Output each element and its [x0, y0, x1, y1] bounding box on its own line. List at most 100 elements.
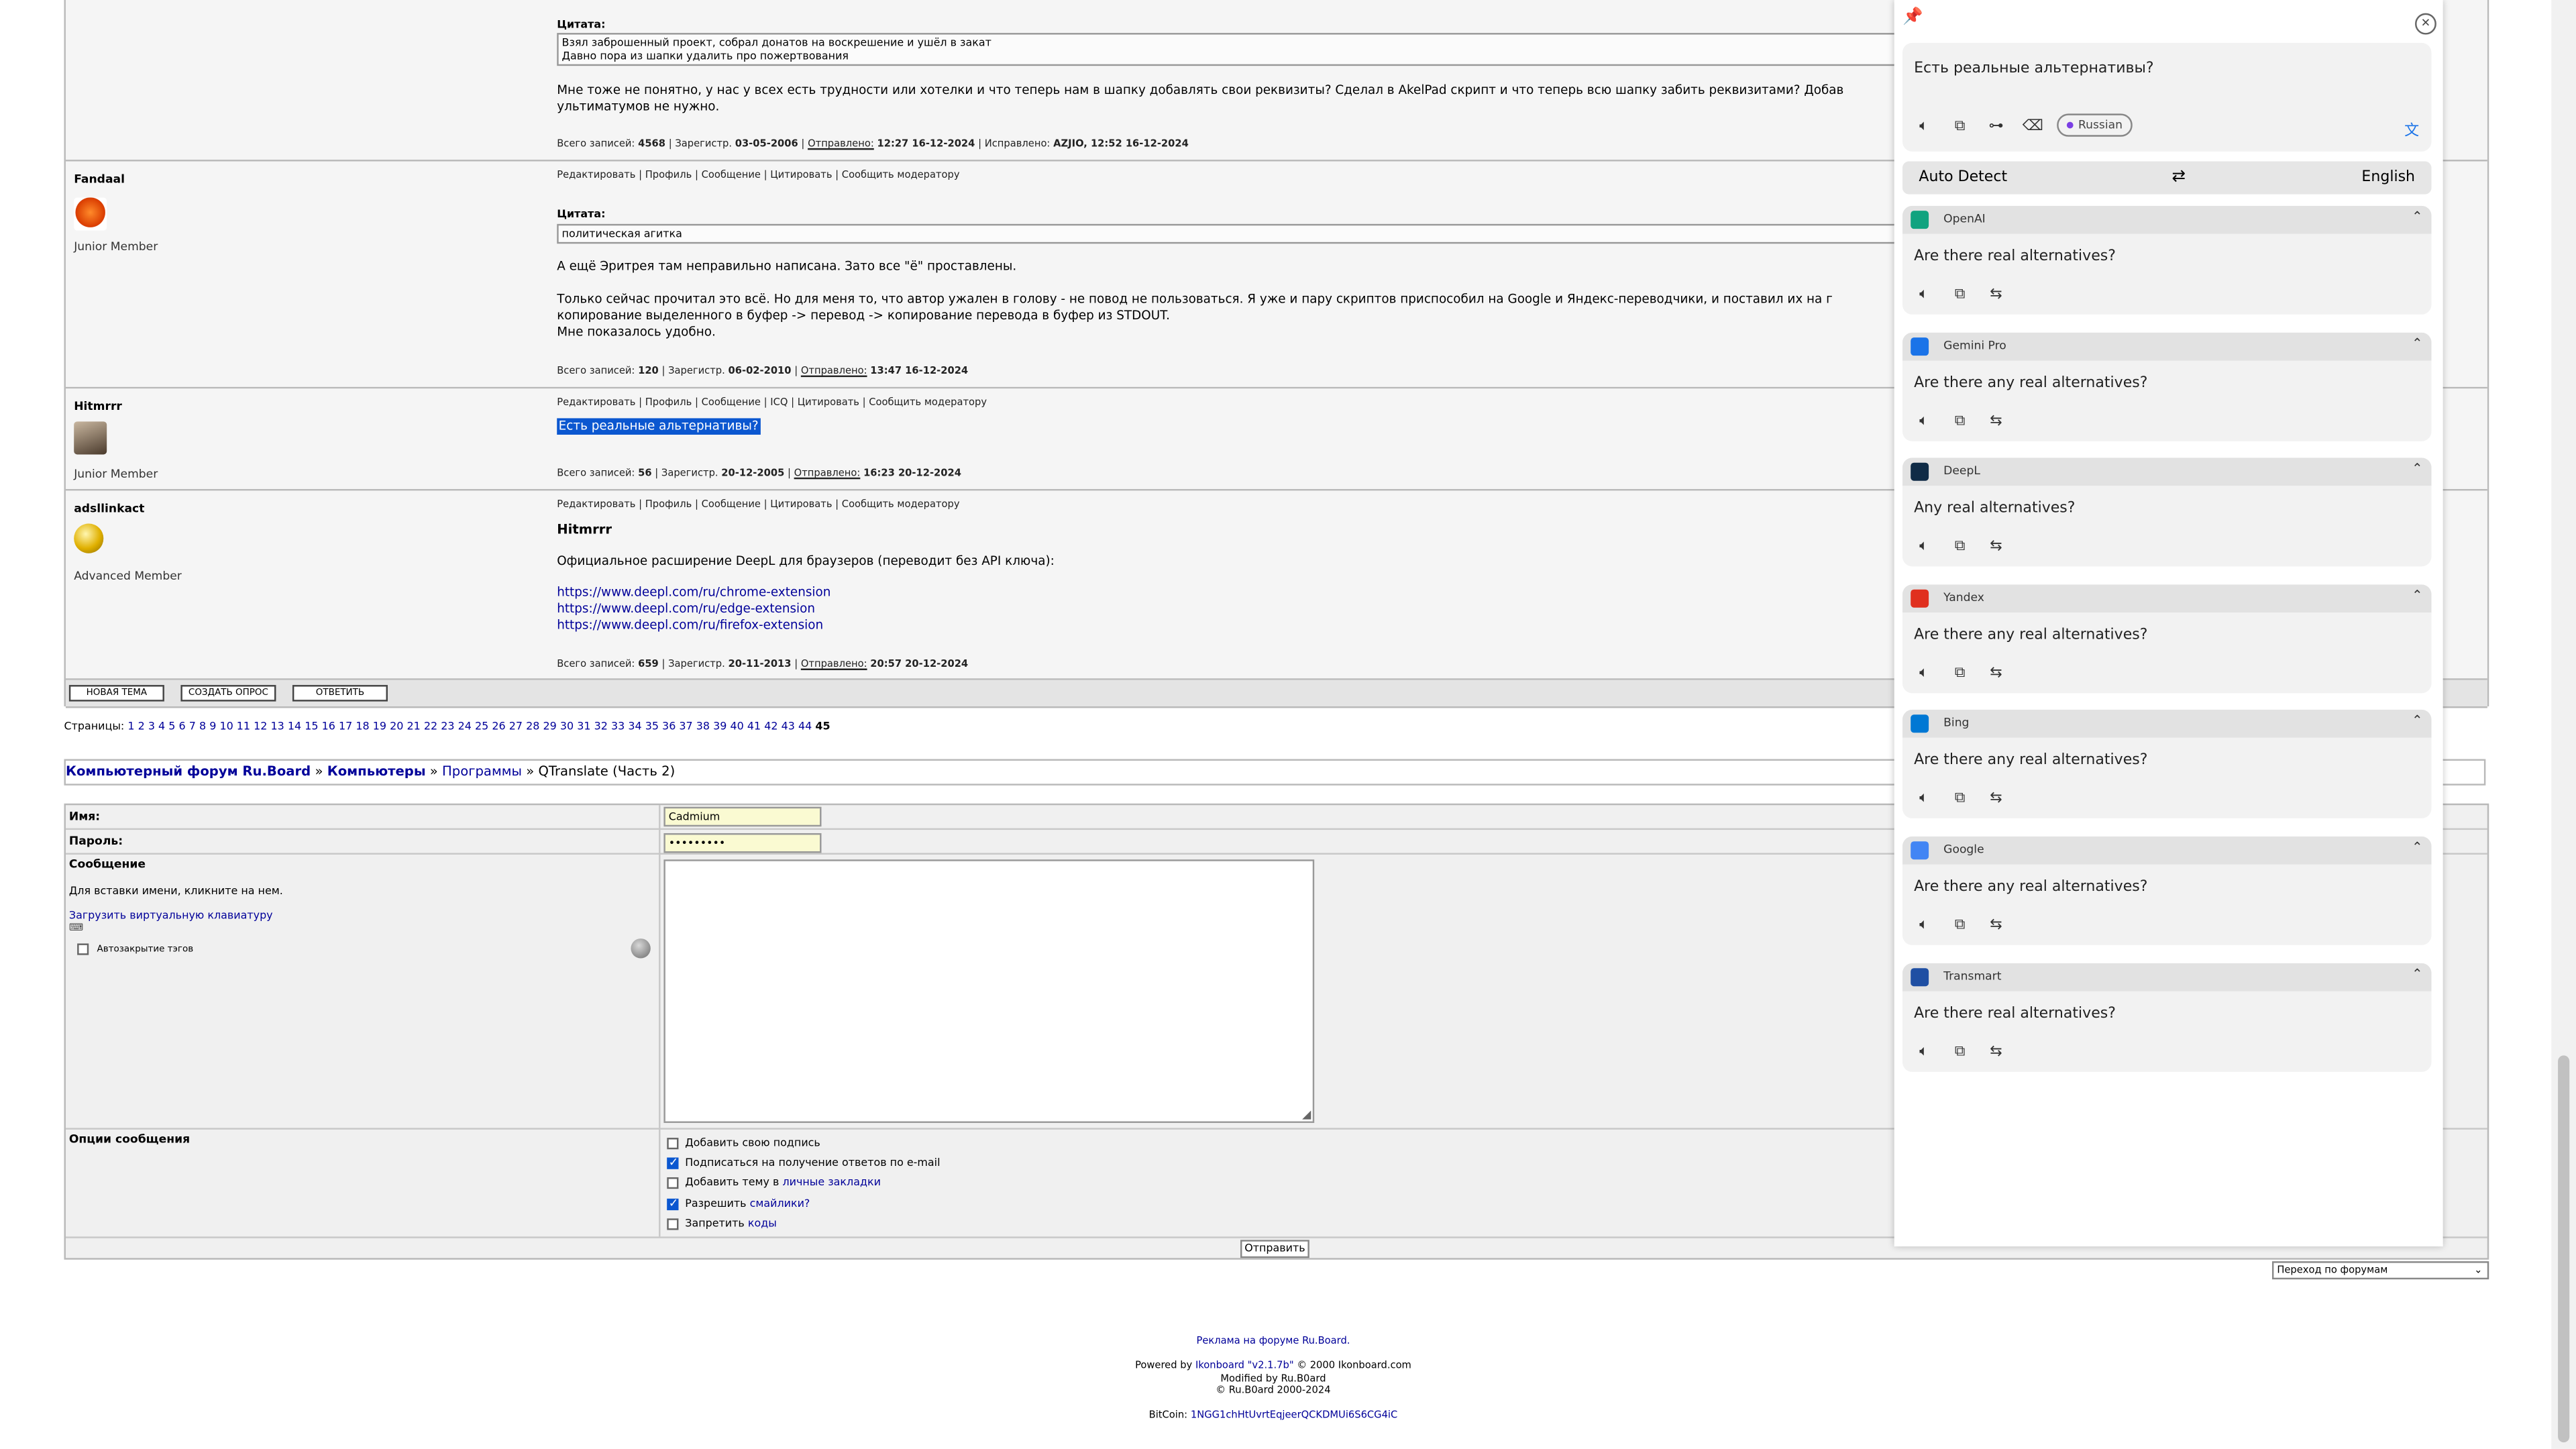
author-name[interactable]: adsllinkact — [74, 502, 144, 516]
keyboard-icon[interactable]: ⌨ — [69, 922, 83, 934]
to-language[interactable]: English — [2361, 162, 2415, 195]
collapse-icon[interactable]: ⌃ — [2412, 588, 2422, 602]
sent-link[interactable]: Отправлено: — [801, 366, 867, 377]
ikonboard-link[interactable]: Ikonboard "v2.1.7b" — [1195, 1360, 1294, 1371]
result-header[interactable]: Google ⌃ — [1902, 836, 2432, 865]
translation-text[interactable]: Are there any real alternatives? — [1914, 375, 2147, 392]
page-link[interactable]: 44 — [798, 720, 812, 733]
close-icon[interactable]: ✕ — [2415, 13, 2436, 35]
page-link[interactable]: 38 — [696, 720, 710, 733]
sent-link[interactable]: Отправлено: — [794, 468, 861, 479]
name-input[interactable]: Cadmium — [663, 806, 822, 827]
copy-icon[interactable]: ⧉ — [1950, 539, 1970, 555]
page-link[interactable]: 42 — [764, 720, 777, 733]
reply-button[interactable]: ОТВЕТИТЬ — [292, 685, 388, 702]
page-link[interactable]: 6 — [179, 720, 186, 733]
page-link[interactable]: 4 — [158, 720, 165, 733]
speaker-icon[interactable]: 🔈︎ — [1914, 413, 1933, 429]
firefox-extension-link[interactable]: https://www.deepl.com/ru/firefox-extensi… — [557, 617, 823, 634]
smiley-icon[interactable] — [631, 938, 651, 959]
swap-languages-icon[interactable]: ⇄ — [2172, 162, 2186, 195]
sent-link[interactable]: Отправлено: — [808, 138, 874, 150]
page-link[interactable]: 39 — [713, 720, 727, 733]
page-link[interactable]: 18 — [356, 720, 369, 733]
page-link[interactable]: 20 — [390, 720, 403, 733]
option-checkbox[interactable] — [667, 1218, 679, 1230]
detected-language-chip[interactable]: Russian — [2057, 113, 2133, 137]
page-link[interactable]: 30 — [560, 720, 574, 733]
page-link[interactable]: 12 — [254, 720, 267, 733]
source-box[interactable]: Есть реальные альтернативы? 🔈︎ ⧉ ⊶ ⌫ Rus… — [1902, 42, 2432, 152]
page-link[interactable]: 43 — [782, 720, 795, 733]
result-header[interactable]: Yandex ⌃ — [1902, 584, 2432, 612]
sent-link[interactable]: Отправлено: — [801, 659, 867, 670]
page-link[interactable]: 23 — [441, 720, 454, 733]
speaker-icon[interactable]: 🔈︎ — [1914, 917, 1933, 934]
page-link[interactable]: 22 — [424, 720, 437, 733]
result-header[interactable]: Bing ⌃ — [1902, 710, 2432, 739]
translation-text[interactable]: Are there any real alternatives? — [1914, 627, 2147, 644]
page-link[interactable]: 36 — [662, 720, 676, 733]
speaker-icon[interactable]: 🔈︎ — [1914, 286, 1933, 303]
replace-icon[interactable]: ⇆ — [1986, 791, 2006, 808]
chrome-extension-link[interactable]: https://www.deepl.com/ru/chrome-extensio… — [557, 584, 830, 601]
page-link[interactable]: 34 — [628, 720, 641, 733]
copy-icon[interactable]: ⧉ — [1950, 413, 1970, 429]
page-link[interactable]: 13 — [271, 720, 284, 733]
option-checkbox[interactable] — [667, 1157, 679, 1170]
replace-icon[interactable]: ⇆ — [1986, 665, 2006, 682]
collapse-icon[interactable]: ⌃ — [2412, 966, 2422, 981]
copy-icon[interactable]: ⧉ — [1950, 791, 1970, 808]
post-actions[interactable]: Редактировать | Профиль | Сообщение | Ци… — [557, 499, 959, 511]
post-actions[interactable]: Редактировать | Профиль | Сообщение | Ци… — [557, 170, 959, 181]
copy-icon[interactable]: ⧉ — [1950, 286, 1970, 303]
replace-icon[interactable]: ⇆ — [1986, 539, 2006, 555]
author-name[interactable]: Fandaal — [74, 173, 125, 186]
collapse-icon[interactable]: ⌃ — [2412, 462, 2422, 476]
page-link[interactable]: 8 — [199, 720, 206, 733]
speaker-icon[interactable]: 🔈︎ — [1914, 1043, 1933, 1060]
result-header[interactable]: OpenAI ⌃ — [1902, 205, 2432, 234]
page-link[interactable]: 7 — [189, 720, 196, 733]
page-link[interactable]: 37 — [679, 720, 692, 733]
option-checkbox[interactable] — [667, 1138, 679, 1150]
option-checkbox[interactable] — [667, 1196, 679, 1210]
resize-handle-icon[interactable]: ◢ — [1302, 1108, 1311, 1122]
translation-text[interactable]: Are there real alternatives? — [1914, 249, 2116, 266]
copy-icon[interactable]: ⧉ — [1950, 917, 1970, 934]
author-name[interactable]: Hitmrrr — [74, 400, 122, 413]
page-link[interactable]: 41 — [747, 720, 761, 733]
speaker-icon[interactable]: 🔈︎ — [1914, 791, 1933, 808]
password-input[interactable]: ••••••••• — [663, 833, 822, 853]
page-link[interactable]: 15 — [305, 720, 318, 733]
message-textarea[interactable]: ◢ — [663, 859, 1315, 1123]
virtual-keyboard-link[interactable]: Загрузить виртуальную клавиатуру — [69, 909, 273, 922]
page-link[interactable]: 1 — [127, 720, 134, 733]
bitcoin-address[interactable]: 1NGG1chHtUvrtEqjeerQCKDMUi6S6CG4iC — [1191, 1409, 1397, 1421]
page-link[interactable]: 3 — [148, 720, 155, 733]
submit-button[interactable]: Отправить — [1240, 1240, 1309, 1258]
copy-icon[interactable]: ⧉ — [1950, 119, 1970, 136]
breadcrumb-forum[interactable]: Компьютерный форум Ru.Board — [66, 764, 311, 779]
page-link[interactable]: 40 — [731, 720, 744, 733]
footer-ad-link[interactable]: Реклама на форуме Ru.Board. — [1196, 1336, 1350, 1347]
page-link[interactable]: 29 — [543, 720, 556, 733]
scrollbar-thumb[interactable] — [2558, 1055, 2570, 1443]
new-topic-button[interactable]: НОВАЯ ТЕМА — [68, 685, 164, 702]
clear-icon[interactable]: ⌫ — [2023, 119, 2043, 136]
page-link[interactable]: 32 — [594, 720, 608, 733]
copy-icon[interactable]: ⧉ — [1950, 665, 1970, 682]
result-header[interactable]: Gemini Pro ⌃ — [1902, 331, 2432, 360]
replace-icon[interactable]: ⇆ — [1986, 286, 2006, 303]
link-icon[interactable]: ⊶ — [1986, 119, 2006, 136]
option-link[interactable]: смайлики? — [750, 1196, 810, 1210]
replace-icon[interactable]: ⇆ — [1986, 1043, 2006, 1060]
page-link[interactable]: 26 — [492, 720, 505, 733]
translate-icon[interactable]: 文 — [2402, 119, 2421, 140]
page-link[interactable]: 19 — [373, 720, 386, 733]
replace-icon[interactable]: ⇆ — [1986, 413, 2006, 429]
collapse-icon[interactable]: ⌃ — [2412, 714, 2422, 729]
post-actions[interactable]: Редактировать | Профиль | Сообщение | IC… — [557, 397, 987, 409]
page-link[interactable]: 35 — [645, 720, 659, 733]
new-poll-button[interactable]: СОЗДАТЬ ОПРОС — [180, 685, 276, 702]
